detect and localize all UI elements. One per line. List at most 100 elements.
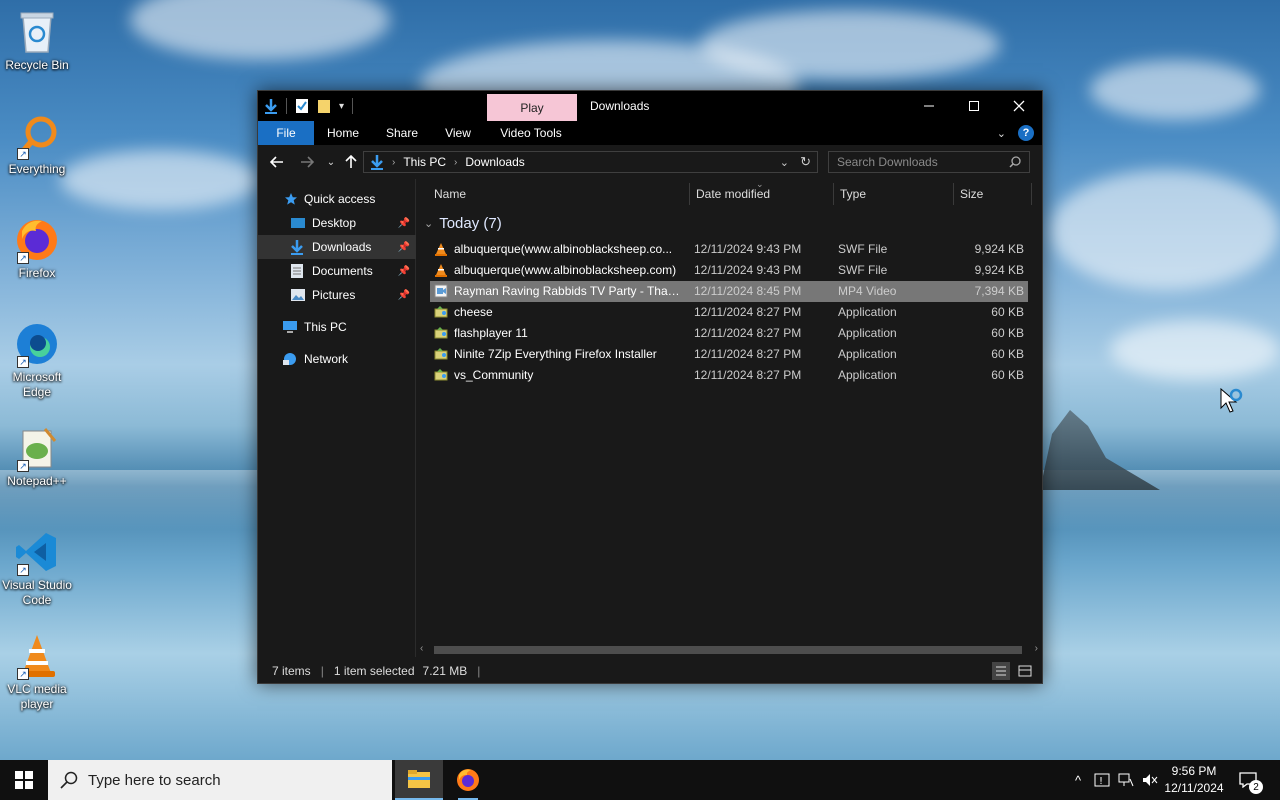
tray-defender[interactable]: !	[1092, 760, 1112, 800]
status-item-count: 7 items	[272, 664, 311, 678]
help-icon[interactable]: ?	[1018, 125, 1034, 141]
horizontal-scrollbar[interactable]: ‹ ›	[416, 642, 1042, 658]
cursor-busy-icon	[1220, 388, 1243, 413]
file-name: cheese	[454, 305, 493, 319]
start-button[interactable]	[0, 760, 48, 800]
table-row[interactable]: albuquerque(www.albinoblacksheep.com) 12/…	[430, 260, 1028, 281]
search-box[interactable]: Search Downloads	[828, 151, 1030, 173]
shortcut-arrow-icon: ↗	[17, 668, 29, 680]
maximize-button[interactable]	[951, 91, 997, 121]
desktop-icon-vlc[interactable]: ↗ VLC media player	[2, 632, 72, 712]
desktop-icon-edge[interactable]: ↗ Microsoft Edge	[2, 320, 72, 400]
taskbar-search-box[interactable]: Type here to search	[48, 760, 392, 800]
desktop-icon-vscode[interactable]: ↗ Visual Studio Code	[2, 528, 72, 608]
new-folder-icon[interactable]	[317, 98, 331, 114]
table-row[interactable]: cheese 12/11/2024 8:27 PM Application 60 KB	[430, 302, 1028, 323]
tab-share[interactable]: Share	[376, 121, 428, 145]
taskbar-firefox[interactable]	[444, 760, 492, 800]
nav-item-label: Network	[304, 352, 349, 366]
pin-icon[interactable]: 📌	[398, 266, 410, 277]
expand-ribbon-icon[interactable]: ⌄	[997, 127, 1006, 140]
properties-icon[interactable]	[295, 98, 309, 114]
minimize-button[interactable]	[906, 91, 952, 121]
tab-video-tools[interactable]: Video Tools	[488, 121, 574, 145]
file-date-modified: 12/11/2024 8:27 PM	[694, 305, 802, 319]
scroll-right-icon[interactable]: ›	[1035, 643, 1038, 654]
nav-item-this-pc[interactable]: This PC	[258, 315, 416, 339]
shortcut-arrow-icon: ↗	[17, 148, 29, 160]
desktop-icon-label: Notepad++	[7, 474, 67, 488]
tab-view[interactable]: View	[436, 121, 480, 145]
table-row[interactable]: vs_Community 12/11/2024 8:27 PM Applicatio…	[430, 365, 1028, 386]
file-name: albuquerque(www.albinoblacksheep.com)	[454, 263, 677, 277]
pin-icon[interactable]: 📌	[398, 242, 410, 253]
clock-time: 9:56 PM	[1171, 764, 1217, 778]
installer-icon	[434, 347, 448, 361]
file-size: 9,924 KB	[974, 263, 1024, 277]
chevron-up-icon: ^	[1074, 772, 1082, 788]
breadcrumb-separator-icon: ›	[392, 156, 396, 168]
back-button[interactable]	[268, 153, 286, 171]
nav-item-quick-access[interactable]: Quick access	[258, 187, 416, 211]
recent-locations-button[interactable]: ⌄	[322, 153, 340, 171]
status-selection: 1 item selected	[333, 664, 415, 678]
scrollbar-thumb[interactable]	[434, 646, 1022, 654]
scroll-left-icon[interactable]: ‹	[420, 643, 423, 654]
title-bar[interactable]: ▾ Play Downloads	[258, 91, 1042, 121]
nav-item-documents[interactable]: Documents 📌	[258, 259, 416, 283]
forward-button[interactable]	[298, 153, 316, 171]
nav-item-pictures[interactable]: Pictures 📌	[258, 283, 416, 307]
tab-file[interactable]: File	[258, 121, 314, 145]
nav-item-network[interactable]: Network	[258, 347, 416, 371]
file-name: vs_Community	[454, 368, 534, 382]
large-icons-view-icon	[1018, 665, 1032, 677]
column-header-type[interactable]: Type	[840, 179, 866, 209]
file-size: 60 KB	[991, 368, 1024, 382]
network-icon	[283, 353, 296, 365]
up-button[interactable]	[342, 153, 360, 171]
desktop-icon-label: Recycle Bin	[5, 58, 69, 72]
clock-date: 12/11/2024	[1164, 781, 1224, 795]
pictures-icon	[291, 289, 305, 301]
group-header-today[interactable]: ⌄ Today (7)	[424, 215, 502, 232]
refresh-icon[interactable]: ↻	[800, 154, 811, 170]
desktop-icon-recycle-bin[interactable]: Recycle Bin	[2, 8, 72, 73]
tray-network[interactable]	[1116, 760, 1136, 800]
address-history-icon[interactable]: ⌄	[780, 156, 789, 169]
nav-item-desktop[interactable]: Desktop 📌	[258, 211, 416, 235]
status-size: 7.21 MB	[422, 664, 468, 678]
table-row[interactable]: albuquerque(www.albinoblacksheep.co... 12…	[430, 239, 1028, 260]
breadcrumb-downloads[interactable]: Downloads	[465, 155, 524, 169]
downloads-arrow-icon	[291, 240, 303, 255]
nav-item-downloads[interactable]: Downloads 📌	[258, 235, 416, 259]
play-context-tab[interactable]: Play	[487, 94, 577, 121]
desktop-icon-firefox[interactable]: ↗ Firefox	[2, 216, 72, 281]
desktop-icon-everything[interactable]: ↗ Everything	[2, 112, 72, 177]
tab-home[interactable]: Home	[318, 121, 368, 145]
search-placeholder: Search Downloads	[837, 155, 938, 169]
show-hidden-icons-button[interactable]: ^	[1068, 760, 1088, 800]
customize-toolbar-icon[interactable]: ▾	[339, 101, 344, 112]
navigation-bar: ⌄ › This PC › Downloads ⌄ ↻ Search Downl…	[258, 145, 1042, 179]
video-file-icon	[434, 284, 448, 298]
sort-indicator-icon: ⌄	[756, 179, 764, 189]
quick-access-toolbar: ▾	[264, 96, 354, 116]
taskbar-file-explorer[interactable]	[395, 760, 443, 800]
file-explorer-window[interactable]: ▾ Play Downloads File Home Share View Vi…	[257, 90, 1043, 684]
desktop-icon-notepadpp[interactable]: ↗ Notepad++	[2, 424, 72, 489]
installer-icon	[434, 326, 448, 340]
column-header-name[interactable]: Name	[434, 179, 466, 209]
table-row[interactable]: Ninite 7Zip Everything Firefox Installer…	[430, 344, 1028, 365]
address-bar[interactable]: › This PC › Downloads ⌄ ↻	[363, 151, 818, 173]
details-view-button[interactable]	[992, 662, 1010, 680]
pin-icon[interactable]: 📌	[398, 290, 410, 301]
action-center-button[interactable]: 2	[1236, 760, 1263, 800]
table-row[interactable]: Rayman Raving Rabbids TV Party - Thank..…	[430, 281, 1028, 302]
system-clock[interactable]: 9:56 PM 12/11/2024	[1156, 763, 1232, 797]
table-row[interactable]: flashplayer 11 12/11/2024 8:27 PM Applicat…	[430, 323, 1028, 344]
pin-icon[interactable]: 📌	[398, 218, 410, 229]
large-icons-view-button[interactable]	[1016, 662, 1034, 680]
breadcrumb-this-pc[interactable]: This PC	[403, 155, 446, 169]
column-header-size[interactable]: Size	[960, 179, 983, 209]
close-button[interactable]	[996, 91, 1042, 121]
